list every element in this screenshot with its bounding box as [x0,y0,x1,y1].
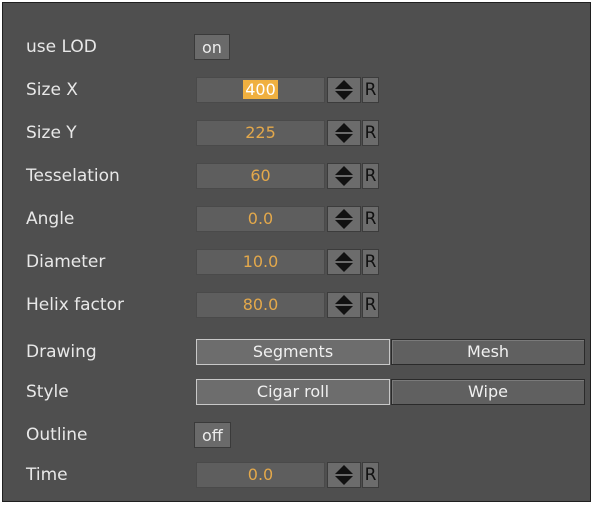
size-x-label: Size X [26,80,78,100]
size-y-field[interactable]: 225 [196,120,325,146]
row-helix-factor: Helix factor 80.0 R [3,289,590,321]
row-use-lod: use LOD on [3,31,590,63]
row-tesselation: Tesselation 60 R [3,160,590,192]
helix-factor-value: 80.0 [242,295,279,314]
size-y-label: Size Y [26,123,77,143]
up-down-arrow-icon [335,209,353,229]
row-size-x: Size X 400 R [3,74,590,106]
up-down-arrow-icon [335,295,353,315]
diameter-value: 10.0 [242,252,279,271]
time-label: Time [26,465,68,485]
tesselation-spinner[interactable] [327,163,361,189]
use-lod-toggle[interactable]: on [194,34,230,60]
row-time: Time 0.0 R [3,459,590,491]
outline-label: Outline [26,425,88,445]
diameter-field[interactable]: 10.0 [196,249,325,275]
helix-factor-reset-button[interactable]: R [362,292,379,318]
drawing-mesh-button[interactable]: Mesh [391,339,585,365]
up-down-arrow-icon [335,465,353,485]
time-field[interactable]: 0.0 [196,462,325,488]
time-spinner[interactable] [327,462,361,488]
tesselation-field[interactable]: 60 [196,163,325,189]
up-down-arrow-icon [335,123,353,143]
angle-reset-button[interactable]: R [362,206,379,232]
row-style: Style Cigar roll Wipe [3,376,590,408]
tesselation-value: 60 [250,166,271,185]
row-angle: Angle 0.0 R [3,203,590,235]
up-down-arrow-icon [335,166,353,186]
row-diameter: Diameter 10.0 R [3,246,590,278]
size-x-spinner[interactable] [327,77,361,103]
angle-label: Angle [26,209,75,229]
diameter-spinner[interactable] [327,249,361,275]
outline-toggle[interactable]: off [194,422,231,448]
row-outline: Outline off [3,419,590,451]
use-lod-label: use LOD [26,37,97,57]
size-y-spinner[interactable] [327,120,361,146]
helix-factor-field[interactable]: 80.0 [196,292,325,318]
style-label: Style [26,382,69,402]
style-cigar-roll-button[interactable]: Cigar roll [196,379,390,405]
time-reset-button[interactable]: R [362,462,379,488]
row-size-y: Size Y 225 R [3,117,590,149]
size-y-reset-button[interactable]: R [362,120,379,146]
angle-field[interactable]: 0.0 [196,206,325,232]
properties-panel: use LOD on Size X 400 R Size Y 225 R Tes… [2,2,591,502]
size-x-value: 400 [243,80,278,99]
size-x-field[interactable]: 400 [196,77,325,103]
helix-factor-spinner[interactable] [327,292,361,318]
drawing-segments-button[interactable]: Segments [196,339,390,365]
drawing-label: Drawing [26,342,97,362]
diameter-reset-button[interactable]: R [362,249,379,275]
time-value: 0.0 [247,465,274,484]
tesselation-label: Tesselation [26,166,120,186]
angle-value: 0.0 [247,209,274,228]
tesselation-reset-button[interactable]: R [362,163,379,189]
row-drawing: Drawing Segments Mesh [3,336,590,368]
diameter-label: Diameter [26,252,106,272]
up-down-arrow-icon [335,80,353,100]
style-wipe-button[interactable]: Wipe [391,379,585,405]
up-down-arrow-icon [335,252,353,272]
size-y-value: 225 [245,123,276,142]
size-x-reset-button[interactable]: R [362,77,379,103]
helix-factor-label: Helix factor [26,295,124,315]
angle-spinner[interactable] [327,206,361,232]
